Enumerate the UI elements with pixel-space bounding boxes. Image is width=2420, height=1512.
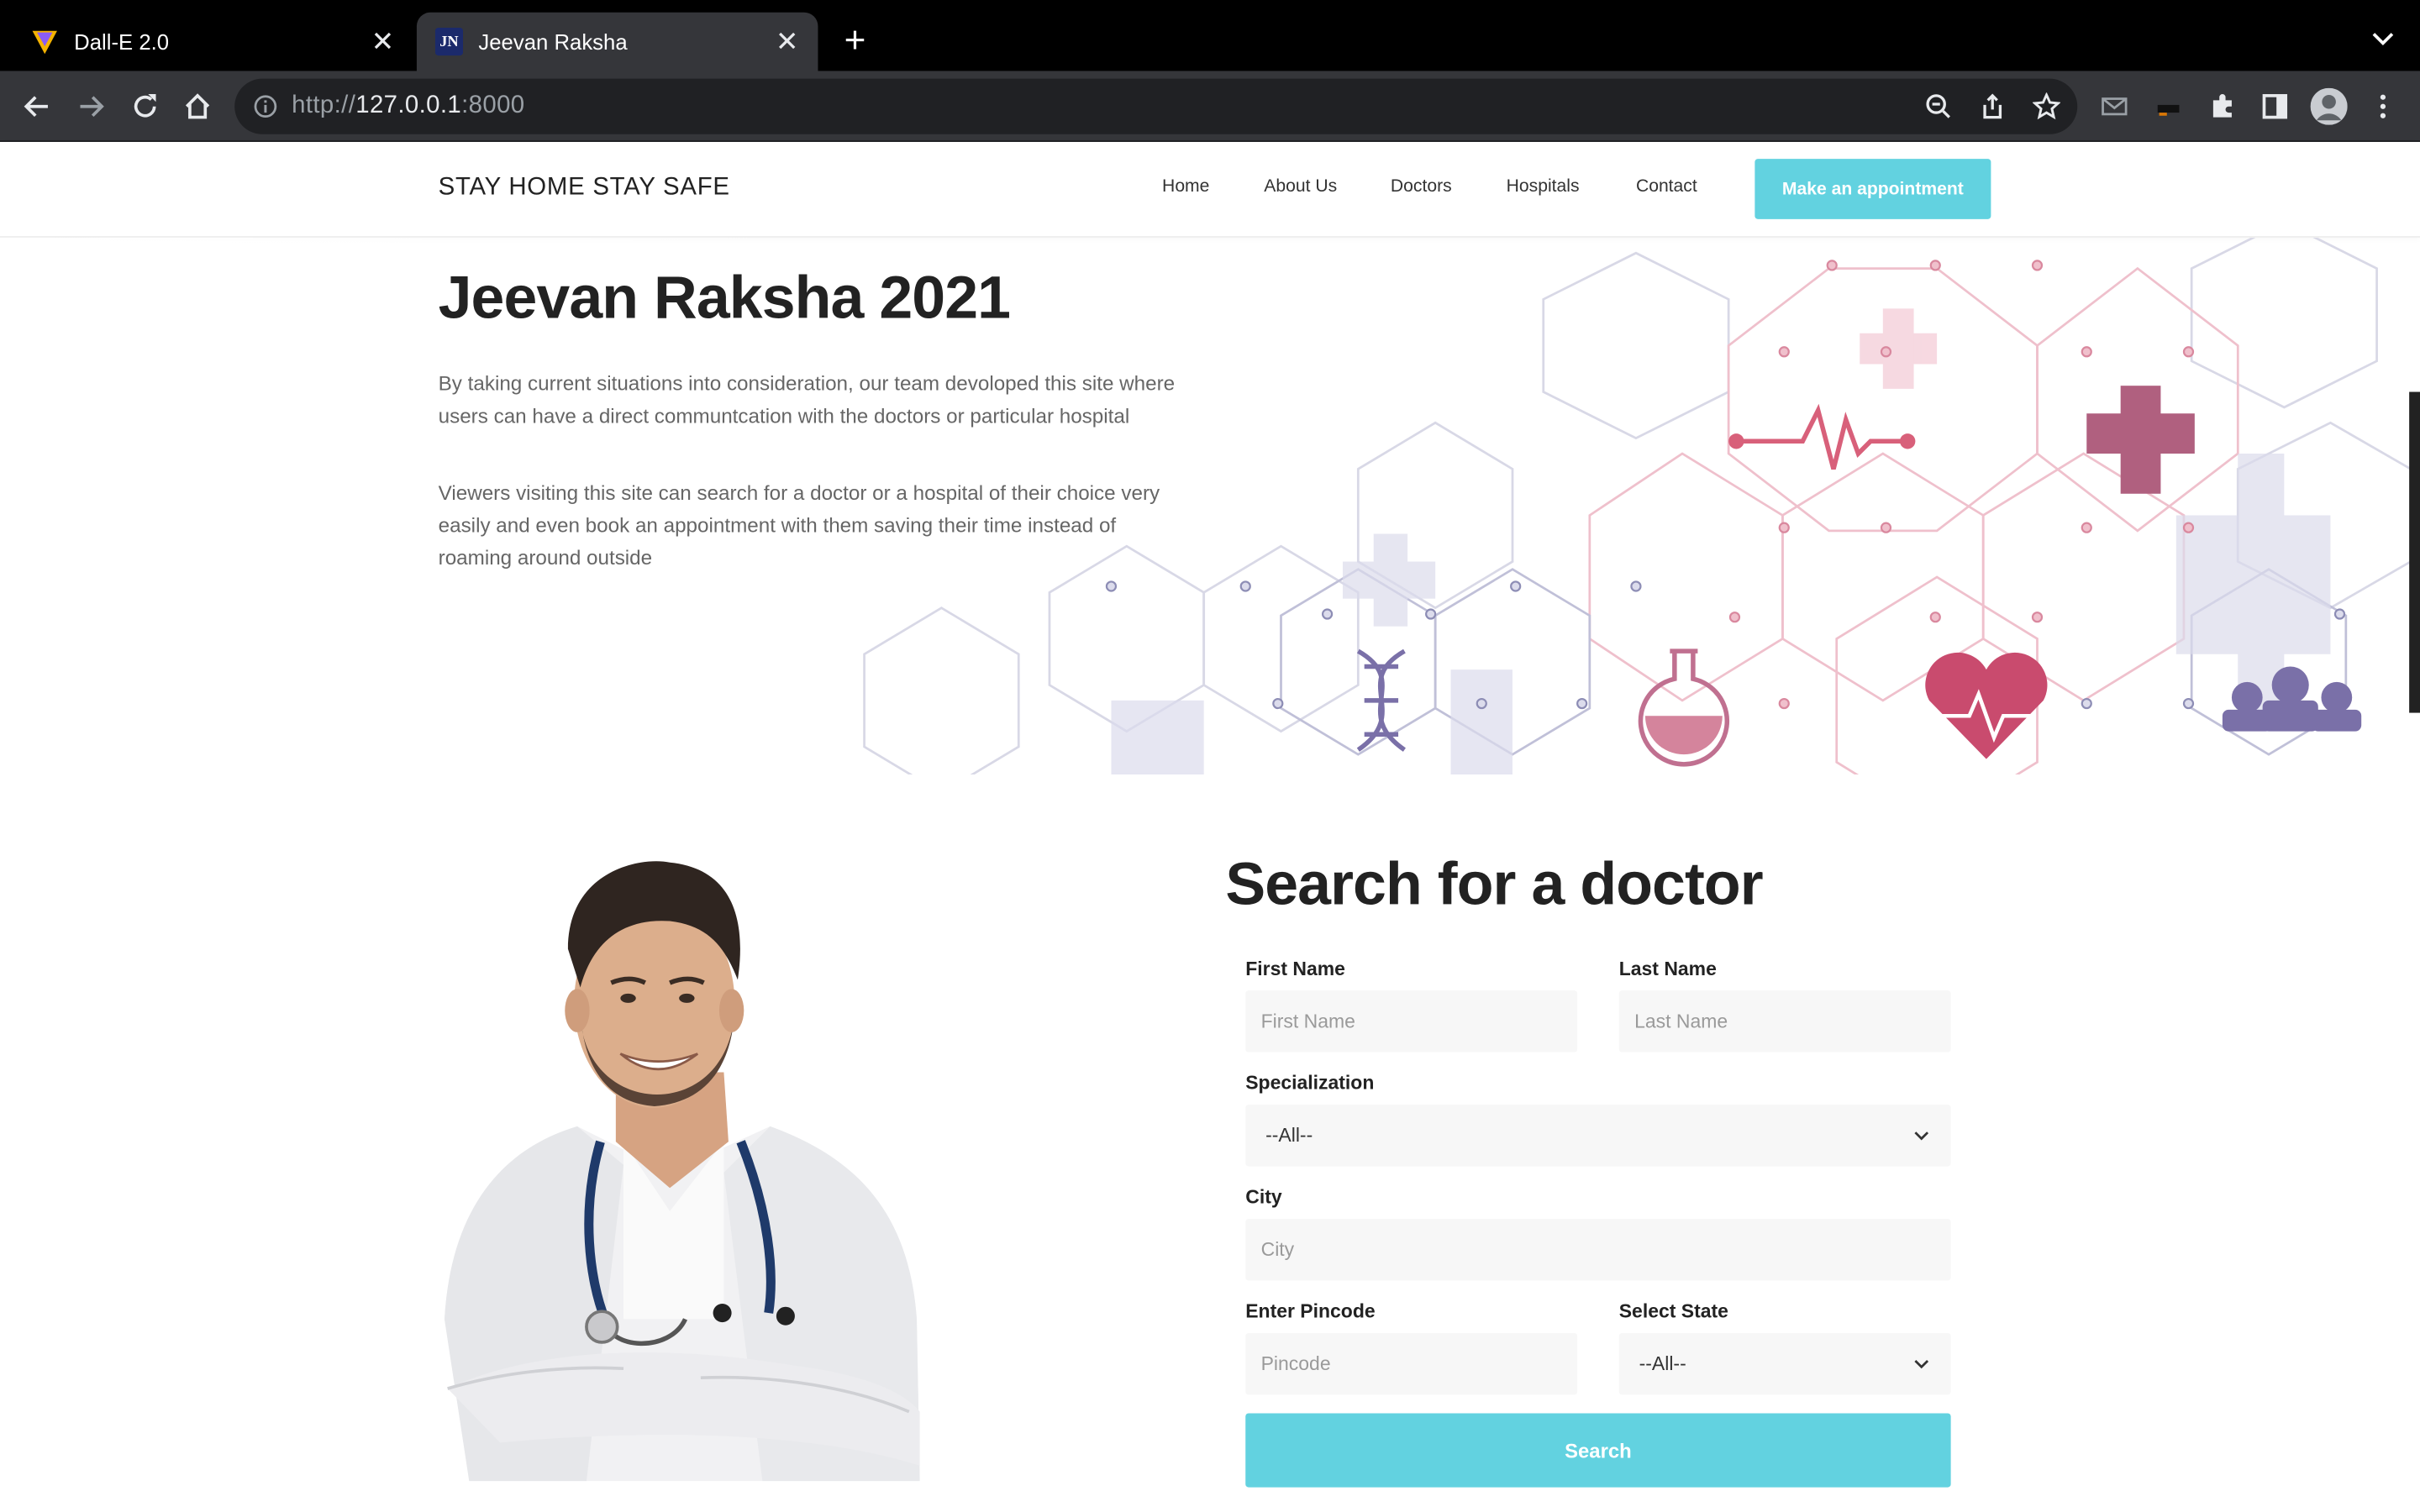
kebab-menu-icon[interactable] [2361, 85, 2404, 128]
browser-window: Dall-E 2.0 ✕ JN Jeevan Raksha ✕ + http:/… [0, 0, 2420, 1512]
chevron-down-icon [1914, 1360, 1929, 1369]
first-name-label: First Name [1245, 958, 1345, 980]
home-icon[interactable] [176, 85, 218, 128]
browser-toolbar: http://127.0.0.1:8000 [0, 71, 2420, 142]
first-name-input[interactable] [1245, 990, 1578, 1053]
site-brand[interactable]: STAY HOME STAY SAFE [439, 175, 730, 202]
dall-e-favicon-icon [31, 28, 59, 55]
hero-paragraph-2: Viewers visiting this site can search fo… [438, 481, 1160, 570]
hero-paragraph-1: By taking current situations into consid… [438, 371, 1176, 428]
tab-title: Dall-E 2.0 [74, 29, 170, 55]
last-name-input[interactable] [1618, 990, 1951, 1053]
tab-jeevan-raksha[interactable]: JN Jeevan Raksha ✕ [416, 12, 818, 71]
share-icon[interactable] [1975, 90, 2009, 123]
make-appointment-button[interactable]: Make an appointment [1754, 159, 1991, 219]
side-panel-icon[interactable] [2254, 85, 2296, 128]
state-select[interactable]: --All-- [1618, 1332, 1951, 1395]
profile-avatar[interactable] [2307, 85, 2350, 128]
tab-search-chevron-icon[interactable] [2365, 20, 2402, 57]
specialization-select[interactable]: --All-- [1245, 1105, 1951, 1167]
nav-home[interactable]: Home [1162, 177, 1209, 196]
nav-about-us[interactable]: About Us [1264, 177, 1337, 196]
back-arrow-icon[interactable] [15, 85, 58, 128]
url-port: :8000 [461, 92, 525, 119]
specialization-value: --All-- [1265, 1124, 1313, 1147]
extensions-puzzle-icon[interactable] [2201, 85, 2244, 128]
forward-arrow-icon[interactable] [70, 85, 113, 128]
chevron-down-icon [1914, 1131, 1929, 1141]
pincode-input[interactable] [1245, 1332, 1578, 1395]
search-button[interactable]: Search [1245, 1413, 1951, 1488]
close-icon[interactable]: ✕ [371, 28, 395, 55]
url-scheme: http:// [292, 92, 356, 119]
close-icon[interactable]: ✕ [775, 28, 799, 55]
hero-title: Jeevan Raksha 2021 [438, 265, 1011, 332]
specialization-label: Specialization [1245, 1072, 1375, 1095]
nav-doctors[interactable]: Doctors [1391, 177, 1452, 196]
nav-hospitals[interactable]: Hospitals [1507, 177, 1580, 196]
zoom-icon[interactable] [1922, 90, 1955, 123]
reload-icon[interactable] [124, 85, 166, 128]
favicon-text: JN [439, 33, 459, 50]
tab-strip: Dall-E 2.0 ✕ JN Jeevan Raksha ✕ + [0, 0, 2420, 71]
address-bar[interactable]: http://127.0.0.1:8000 [234, 78, 2078, 134]
mail-extension-icon[interactable] [2093, 85, 2136, 128]
url-text: http://127.0.0.1:8000 [292, 92, 524, 120]
tab-dall-e[interactable]: Dall-E 2.0 ✕ [13, 13, 414, 71]
site-header: STAY HOME STAY SAFE Home About Us Doctor… [0, 141, 2420, 238]
state-label: Select State [1618, 1300, 1728, 1323]
new-tab-button[interactable]: + [834, 20, 876, 63]
city-label: City [1245, 1186, 1282, 1209]
hero-section: Jeevan Raksha 2021 By taking current sit… [0, 237, 2411, 775]
nav-contact[interactable]: Contact [1636, 177, 1697, 196]
tab-title: Jeevan Raksha [478, 29, 628, 55]
jn-favicon-icon: JN [434, 28, 464, 56]
bookmark-star-icon[interactable] [2029, 90, 2063, 123]
page-scrollbar-thumb[interactable] [2409, 391, 2420, 713]
extension-icon[interactable] [2147, 85, 2190, 128]
medical-hexagon-background [0, 237, 2411, 775]
doctor-photo [444, 861, 920, 1482]
search-title: Search for a doctor [1225, 851, 1763, 918]
state-value: --All-- [1639, 1352, 1686, 1375]
last-name-label: Last Name [1618, 958, 1717, 980]
site-info-icon[interactable] [253, 94, 277, 118]
city-input[interactable] [1245, 1219, 1951, 1281]
pincode-label: Enter Pincode [1245, 1300, 1376, 1323]
url-host: 127.0.0.1 [355, 92, 462, 119]
